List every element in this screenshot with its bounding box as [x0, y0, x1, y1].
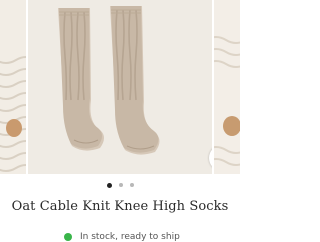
stock-status-text: In stock, ready to ship [80, 232, 180, 242]
knit-blanket-image [214, 0, 240, 174]
next-slide-preview[interactable] [214, 0, 240, 174]
knit-blanket-image [0, 0, 26, 174]
carousel-dot-2[interactable] [118, 183, 123, 187]
carousel-dot-3[interactable] [129, 183, 134, 187]
product-main-image[interactable] [28, 0, 212, 174]
carousel-dot-1[interactable] [106, 182, 112, 188]
previous-slide-preview[interactable] [0, 0, 26, 174]
stock-status: In stock, ready to ship [64, 232, 180, 242]
product-title: Oat Cable Knit Knee High Socks [11, 199, 229, 214]
product-image-carousel[interactable] [0, 0, 240, 180]
socks-image [28, 0, 212, 174]
carousel-pagination [0, 180, 240, 190]
